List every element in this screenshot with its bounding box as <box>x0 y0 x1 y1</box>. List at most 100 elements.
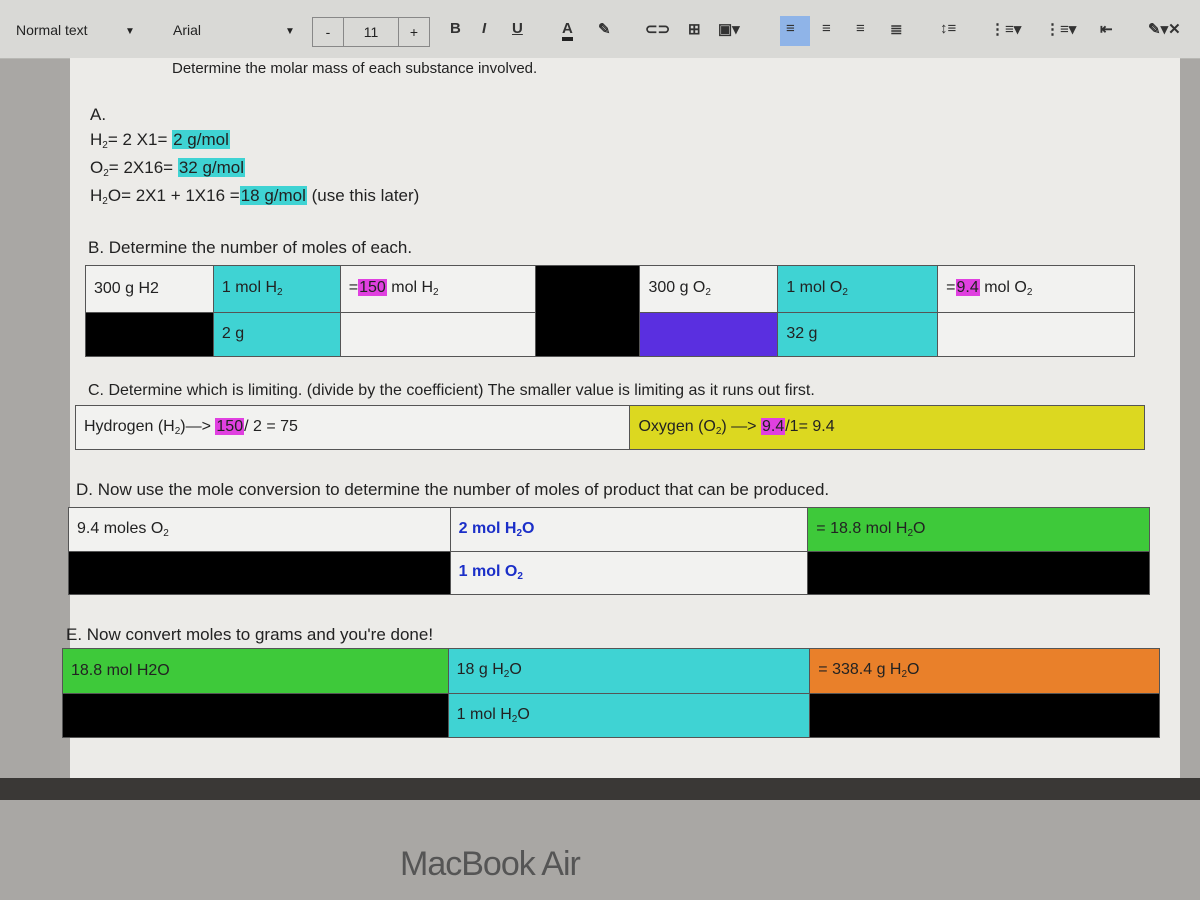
text-segment: = 338.4 g H <box>818 661 902 679</box>
table-cell[interactable] <box>85 311 214 358</box>
table-cell[interactable]: 1 mol H2O <box>447 692 811 738</box>
text-segment: 18 g H <box>456 661 504 679</box>
comment-icon[interactable]: ⊞ <box>688 20 701 38</box>
docs-toolbar: Normal text ▼ Arial ▼ - 11 + B I U A ✎ ⊂… <box>0 0 1200 59</box>
text-segment: = 18.8 mol H <box>816 519 908 537</box>
table-cell[interactable] <box>937 311 1135 358</box>
table-row: 300 g H2 1 mol H2 =150 mol H2 300 g O2 1 mol… <box>85 265 1135 357</box>
text-segment: O <box>522 519 535 537</box>
table-cell[interactable]: 300 g O2 <box>639 265 779 313</box>
table-cell[interactable]: = 338.4 g H2O <box>809 648 1160 694</box>
line-spacing-icon[interactable]: ↕≡ <box>940 20 956 37</box>
table-cell[interactable]: 2 mol H2O <box>449 507 809 552</box>
chevron-down-icon[interactable]: ▼ <box>285 26 295 37</box>
text-segment: 2 <box>433 287 439 299</box>
section-a-line: H2O= 2X1 + 1X16 =18 g/mol (use this late… <box>90 186 419 207</box>
clear-format-icon[interactable]: ✎▾✕ <box>1148 20 1181 38</box>
style-select[interactable]: Normal text <box>16 22 88 38</box>
text-segment: H <box>90 130 103 149</box>
align-right-icon[interactable]: ≡ <box>856 20 865 37</box>
text-segment: )—> <box>180 418 216 435</box>
italic-button[interactable]: I <box>482 20 486 37</box>
table-cell[interactable]: 18 g H2O <box>447 648 811 694</box>
text-segment: 2 <box>705 287 711 299</box>
table-row: 9.4 moles O2 2 mol H2O = 18.8 mol H2O <box>68 507 1150 552</box>
table-cell[interactable]: 300 g H2 <box>85 265 214 313</box>
table-cell[interactable]: 1 mol O2 <box>449 550 809 595</box>
table-cell[interactable]: = 18.8 mol H2O <box>807 507 1150 552</box>
table-cell[interactable]: 1 mol O2 <box>777 265 939 313</box>
align-justify-icon[interactable]: ≣ <box>890 20 903 38</box>
indent-icon[interactable]: ⇤ <box>1100 20 1113 38</box>
image-icon[interactable]: ▣▾ <box>718 20 740 38</box>
table-cell[interactable]: =150 mol H2 <box>339 265 536 313</box>
text-segment: /1= 9.4 <box>785 418 835 435</box>
text-segment: 1 mol H <box>456 705 512 723</box>
text-segment: 2 <box>842 287 848 299</box>
section-c-heading: C. Determine which is limiting. (divide … <box>88 382 815 399</box>
text-segment: 9.4 moles O <box>77 519 164 537</box>
text-segment: 1 mol O <box>458 563 518 581</box>
text-segment: / 2 = 75 <box>244 418 298 435</box>
text-segment: O <box>90 158 104 177</box>
numbered-list-icon[interactable]: ⋮≡▾ <box>990 20 1021 38</box>
table-cell[interactable] <box>68 550 451 595</box>
underline-button[interactable]: U <box>512 20 523 37</box>
table-cell[interactable]: 1 mol H2 <box>212 265 341 313</box>
font-size-stepper: - 11 + <box>312 17 430 47</box>
table-row: Hydrogen (H2)—> 150/ 2 = 75 Oxygen (O2) —… <box>74 405 1145 450</box>
table-cell[interactable] <box>534 265 641 357</box>
table-cell[interactable]: Oxygen (O2) —> 9.4/1= 9.4 <box>629 405 1145 450</box>
table-cell[interactable] <box>639 311 779 358</box>
text-segment: O <box>517 705 530 723</box>
highlighted-text: 2 g/mol <box>172 130 230 149</box>
table-cell[interactable] <box>809 692 1160 738</box>
link-icon[interactable]: ⊂⊃ <box>645 20 670 38</box>
highlighted-text: 9.4 <box>955 279 980 297</box>
text-segment: 2 <box>517 571 523 583</box>
table-cell[interactable]: 2 g <box>212 311 341 358</box>
decrease-font-button[interactable]: - <box>313 18 344 46</box>
bulleted-list-icon[interactable]: ⋮≡▾ <box>1045 20 1076 38</box>
text-segment: 2 mol H <box>458 519 517 537</box>
text-segment: 2 <box>1026 287 1033 299</box>
align-left-icon[interactable]: ≡ <box>786 20 795 37</box>
font-size-input[interactable]: 11 <box>344 18 399 46</box>
table-cell[interactable]: 18.8 mol H2O <box>62 648 449 694</box>
section-a-line: H2= 2 X1= 2 g/mol <box>90 130 230 151</box>
highlight-pen-icon[interactable]: ✎ <box>598 20 611 38</box>
section-a-line: O2= 2X16= 32 g/mol <box>90 158 246 179</box>
font-select[interactable]: Arial <box>173 22 201 38</box>
table-cell[interactable] <box>807 550 1150 595</box>
text-segment: 18.8 mol H2O <box>71 661 170 679</box>
text-segment: = 2X16= <box>108 158 178 177</box>
text-color-button[interactable]: A <box>562 20 573 41</box>
text-segment: O= 2X1 + 1X16 = <box>107 186 240 205</box>
highlighted-text: 18 g/mol <box>239 186 307 205</box>
text-segment: 32 g <box>786 325 818 343</box>
section-b-table: 300 g H2 1 mol H2 =150 mol H2 300 g O2 1 mol… <box>85 265 1135 358</box>
increase-font-button[interactable]: + <box>399 18 429 46</box>
text-segment: mol O <box>979 279 1027 297</box>
text-segment: Oxygen (O <box>638 418 716 435</box>
align-center-icon[interactable]: ≡ <box>822 20 831 37</box>
table-cell[interactable]: =9.4 mol O2 <box>937 265 1135 313</box>
text-segment: 2 <box>163 527 169 539</box>
chevron-down-icon[interactable]: ▼ <box>125 26 135 37</box>
text-segment: 300 g O <box>648 279 706 297</box>
table-cell[interactable]: 9.4 moles O2 <box>68 507 451 552</box>
table-row: 1 mol H2O <box>62 692 1160 738</box>
text-segment: Hydrogen (H <box>84 418 175 435</box>
text-segment: = 2 X1= <box>107 130 173 149</box>
table-cell[interactable]: Hydrogen (H2)—> 150/ 2 = 75 <box>74 405 631 450</box>
intro-text: Determine the molar mass of each substan… <box>172 60 538 77</box>
table-cell[interactable] <box>339 311 536 358</box>
section-d-heading: D. Now use the mole conversion to determ… <box>76 480 830 499</box>
text-segment: = <box>946 279 956 297</box>
text-segment: 1 mol H <box>221 279 277 297</box>
align-left-button[interactable] <box>780 16 810 46</box>
section-d-table: 9.4 moles O2 2 mol H2O = 18.8 mol H2O 1 mol… <box>68 507 1150 595</box>
table-cell[interactable] <box>62 692 449 738</box>
table-cell[interactable]: 32 g <box>777 311 939 358</box>
bold-button[interactable]: B <box>450 20 461 37</box>
